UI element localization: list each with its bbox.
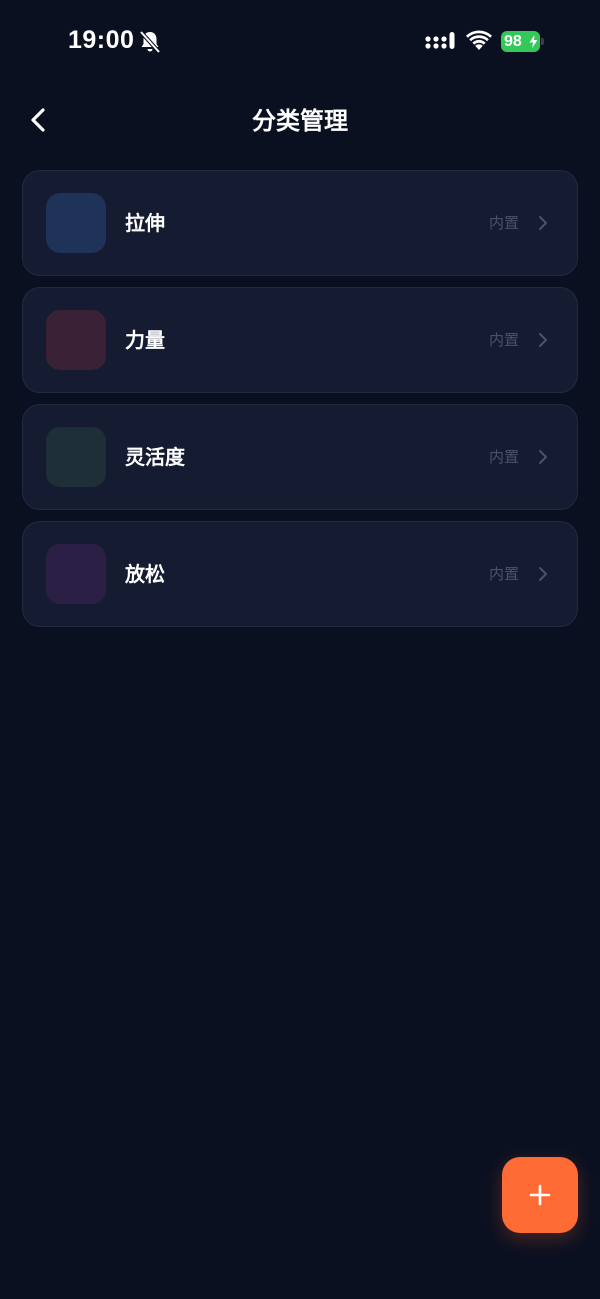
status-bar: 19:00 98 [0, 0, 600, 84]
battery-indicator: 98 [501, 31, 540, 52]
category-item-flexibility[interactable]: 灵活度 内置 [22, 404, 578, 510]
category-management-screen: 19:00 98 分类管理 拉伸 内置 力量 内置 灵活度 内置 放松 内置 [0, 0, 600, 1299]
category-name: 放松 [125, 562, 165, 586]
builtin-tag: 内置 [489, 214, 520, 232]
chevron-right-icon [539, 333, 547, 347]
category-name: 力量 [125, 328, 165, 352]
category-color-swatch [46, 310, 106, 370]
battery-cap [541, 38, 544, 45]
builtin-tag: 内置 [489, 448, 520, 466]
chevron-right-icon [539, 567, 547, 581]
charging-bolt-icon [529, 35, 538, 48]
add-category-button[interactable] [502, 1157, 578, 1233]
wifi-icon [466, 30, 492, 50]
bell-slash-icon [139, 30, 161, 54]
chevron-right-icon [539, 216, 547, 230]
category-name: 拉伸 [125, 211, 165, 235]
category-item-strength[interactable]: 力量 内置 [22, 287, 578, 393]
battery-level: 98 [504, 33, 522, 50]
category-list: 拉伸 内置 力量 内置 灵活度 内置 放松 内置 [22, 170, 578, 638]
category-color-swatch [46, 427, 106, 487]
builtin-tag: 内置 [489, 331, 520, 349]
builtin-tag: 内置 [489, 565, 520, 583]
category-color-swatch [46, 544, 106, 604]
category-name: 灵活度 [125, 445, 185, 469]
plus-icon [529, 1184, 551, 1206]
category-color-swatch [46, 193, 106, 253]
category-item-relax[interactable]: 放松 内置 [22, 521, 578, 627]
category-item-stretch[interactable]: 拉伸 内置 [22, 170, 578, 276]
status-time: 19:00 [68, 26, 135, 54]
cellular-signal-icon [425, 32, 455, 49]
page-title: 分类管理 [252, 107, 348, 135]
chevron-right-icon [539, 450, 547, 464]
